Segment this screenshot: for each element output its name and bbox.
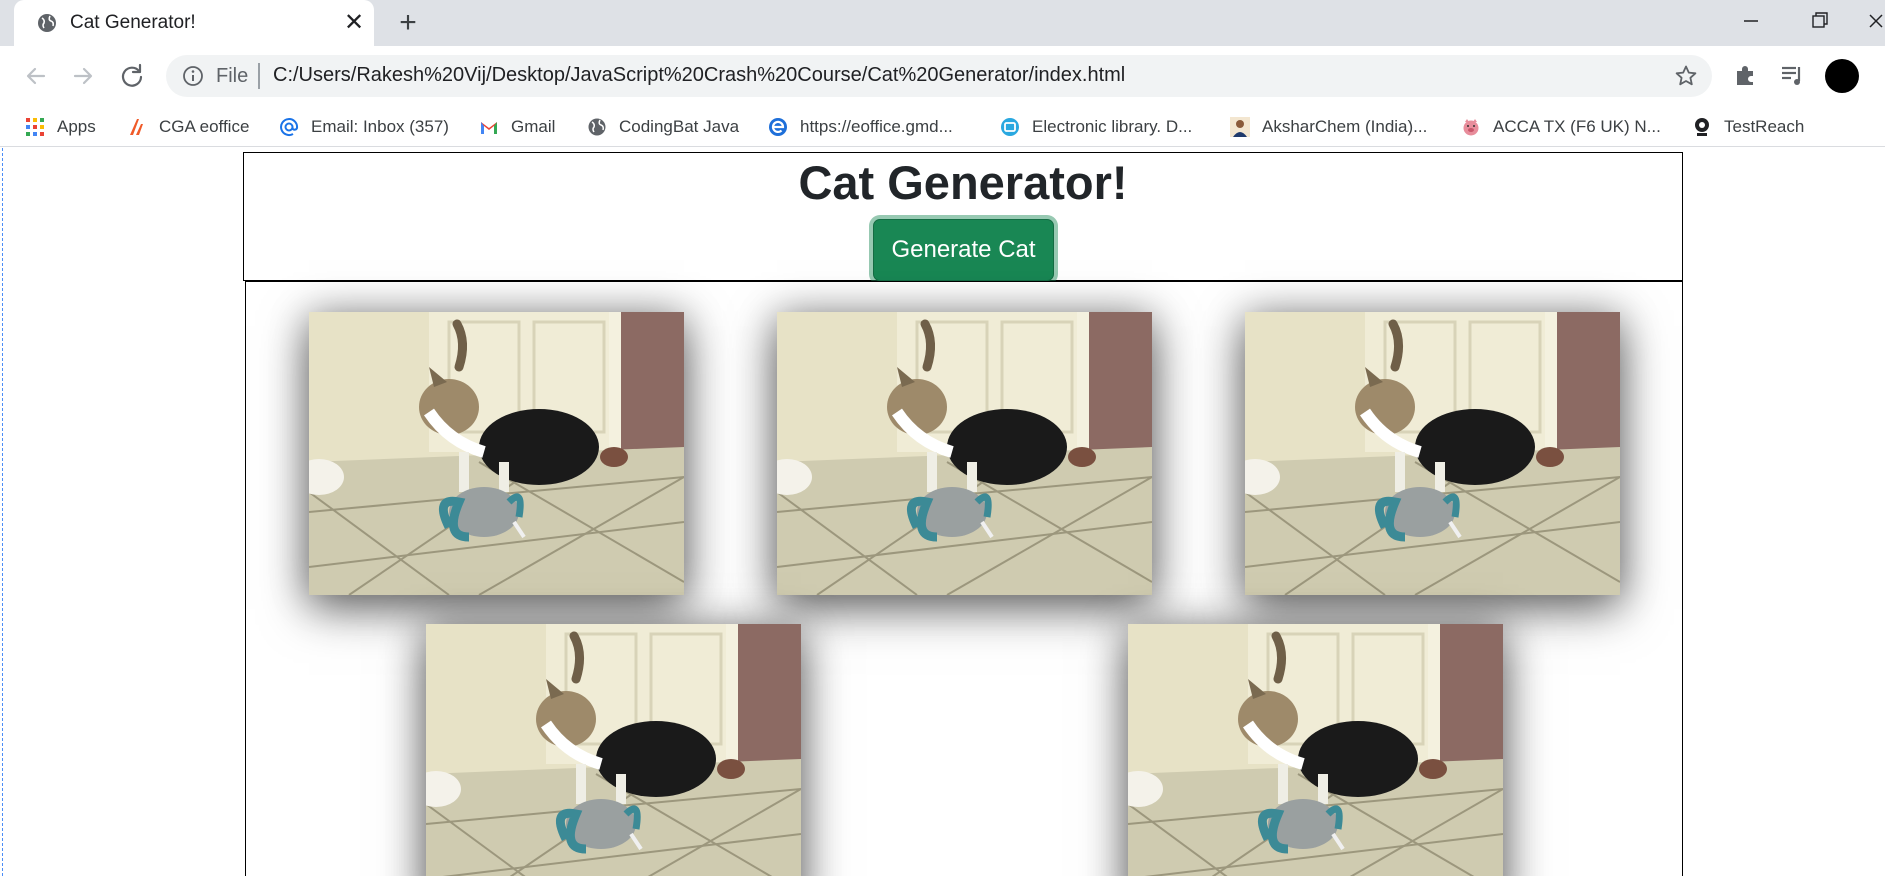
bookmark-email-inbox[interactable]: Email: Inbox (357) (279, 114, 449, 140)
bookmark-label: CGA eoffice (159, 117, 250, 136)
profile-avatar[interactable] (1825, 59, 1859, 93)
bookmark-eoffice-gmd[interactable]: https://eoffice.gmd... (768, 114, 953, 140)
page-viewport: Cat Generator! Generate Cat (0, 148, 1885, 876)
ie-icon (769, 118, 787, 136)
restore-window-icon[interactable] (1800, 6, 1840, 36)
selection-guide (2, 148, 3, 876)
minimize-window-icon[interactable] (1730, 6, 1770, 36)
library-icon (1001, 118, 1019, 136)
tab-title: Cat Generator! (70, 12, 196, 33)
gmail-icon (481, 122, 497, 134)
globe-icon (588, 118, 606, 136)
bookmark-testreach[interactable]: TestReach (1692, 114, 1804, 140)
address-bar[interactable]: File C:/Users/Rakesh%20Vij/Desktop/JavaS… (166, 55, 1712, 97)
cat-image (777, 312, 1152, 595)
tab-close-icon[interactable]: ✕ (342, 11, 366, 35)
person-photo-icon (1230, 117, 1250, 137)
reload-icon[interactable] (116, 60, 148, 92)
extensions-puzzle-icon[interactable] (1733, 62, 1759, 88)
bookmark-label: Electronic library. D... (1032, 117, 1193, 136)
bookmark-label: ACCA TX (F6 UK) N... (1493, 117, 1661, 136)
bookmark-label: TestReach (1724, 117, 1805, 136)
cat-gallery (245, 281, 1683, 876)
email-at-icon (280, 118, 299, 137)
info-icon[interactable] (182, 65, 204, 87)
bookmark-label: Apps (57, 117, 96, 136)
webcam-icon (1695, 118, 1709, 136)
bookmark-label: CodingBat Java (619, 117, 740, 136)
bookmark-cga-eoffice[interactable]: CGA eoffice (127, 114, 249, 140)
new-tab-button[interactable]: + (394, 8, 422, 38)
page-title: Cat Generator! (798, 156, 1128, 209)
apps-grid-icon (26, 118, 44, 136)
bookmark-label: Email: Inbox (357) (311, 117, 449, 136)
browser-tab[interactable]: Cat Generator! ✕ (14, 0, 374, 46)
scheme-label: File (216, 65, 249, 87)
cat-image (309, 312, 684, 595)
bookmark-label: Gmail (511, 117, 556, 136)
scheme-divider (258, 63, 260, 89)
back-arrow-icon[interactable] (20, 60, 52, 92)
globe-icon (38, 14, 56, 32)
close-window-icon[interactable] (1866, 6, 1885, 36)
bookmark-gmail[interactable]: Gmail (479, 114, 555, 140)
media-queue-icon[interactable] (1779, 62, 1805, 88)
url-text[interactable]: C:/Users/Rakesh%20Vij/Desktop/JavaScript… (273, 64, 1125, 87)
bookmark-apps[interactable]: Apps (25, 114, 96, 140)
bookmark-label: AksharChem (India)... (1262, 117, 1428, 136)
bookmarks-bar: Apps CGA eoffice Email: Inbox (357) Gmai… (0, 107, 1885, 147)
forward-arrow-icon[interactable] (67, 60, 99, 92)
cat-image (426, 624, 801, 876)
pig-icon (1463, 119, 1479, 136)
bookmark-aksharchem[interactable]: AksharChem (India)... (1230, 114, 1427, 140)
tab-strip: Cat Generator! ✕ + (0, 0, 1885, 46)
bookmark-star-icon[interactable] (1674, 64, 1698, 88)
browser-toolbar: File C:/Users/Rakesh%20Vij/Desktop/JavaS… (0, 46, 1885, 107)
bookmark-electronic-library[interactable]: Electronic library. D... (1000, 114, 1192, 140)
cat-image (1128, 624, 1503, 876)
cat-image (1245, 312, 1620, 595)
generate-cat-button[interactable]: Generate Cat (873, 219, 1054, 281)
cga-logo-icon (130, 119, 143, 135)
bookmark-codingbat[interactable]: CodingBat Java (587, 114, 739, 140)
bookmark-label: https://eoffice.gmd... (800, 117, 953, 136)
bookmark-acca[interactable]: ACCA TX (F6 UK) N... (1461, 114, 1661, 140)
